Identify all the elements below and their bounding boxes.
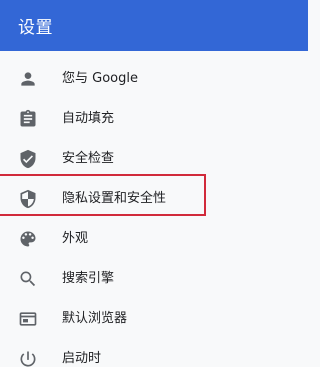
menu-item-label: 默认浏览器 bbox=[62, 311, 128, 326]
menu-item-search-engine[interactable]: 搜索引擎 bbox=[0, 259, 308, 299]
menu-item-label: 外观 bbox=[62, 231, 89, 246]
browser-window-icon bbox=[18, 309, 38, 329]
menu-item-on-startup[interactable]: 启动时 bbox=[0, 339, 308, 367]
menu-item-label: 启动时 bbox=[62, 351, 102, 366]
page-title: 设置 bbox=[18, 18, 53, 38]
menu-item-label: 您与 Google bbox=[62, 71, 138, 86]
shield-half-icon bbox=[18, 189, 38, 209]
palette-icon bbox=[18, 229, 38, 249]
settings-page: 设置 您与 Google 自动填充 安全检查 隐私设置和安全性 外观 搜索引擎 … bbox=[0, 0, 308, 367]
menu-item-autofill[interactable]: 自动填充 bbox=[0, 99, 308, 139]
menu-item-appearance[interactable]: 外观 bbox=[0, 219, 308, 259]
menu-item-privacy-security[interactable]: 隐私设置和安全性 bbox=[0, 179, 308, 219]
search-icon bbox=[18, 269, 38, 289]
menu-item-you-and-google[interactable]: 您与 Google bbox=[0, 59, 308, 99]
menu-item-label: 自动填充 bbox=[62, 111, 115, 126]
power-icon bbox=[18, 349, 38, 367]
menu-item-default-browser[interactable]: 默认浏览器 bbox=[0, 299, 308, 339]
menu-item-safety-check[interactable]: 安全检查 bbox=[0, 139, 308, 179]
person-icon bbox=[18, 69, 38, 89]
menu-item-label: 搜索引擎 bbox=[62, 271, 115, 286]
shield-check-icon bbox=[18, 149, 38, 169]
clipboard-icon bbox=[18, 109, 38, 129]
menu-item-label: 安全检查 bbox=[62, 151, 115, 166]
menu-item-label: 隐私设置和安全性 bbox=[62, 191, 167, 206]
settings-header: 设置 bbox=[0, 0, 308, 51]
